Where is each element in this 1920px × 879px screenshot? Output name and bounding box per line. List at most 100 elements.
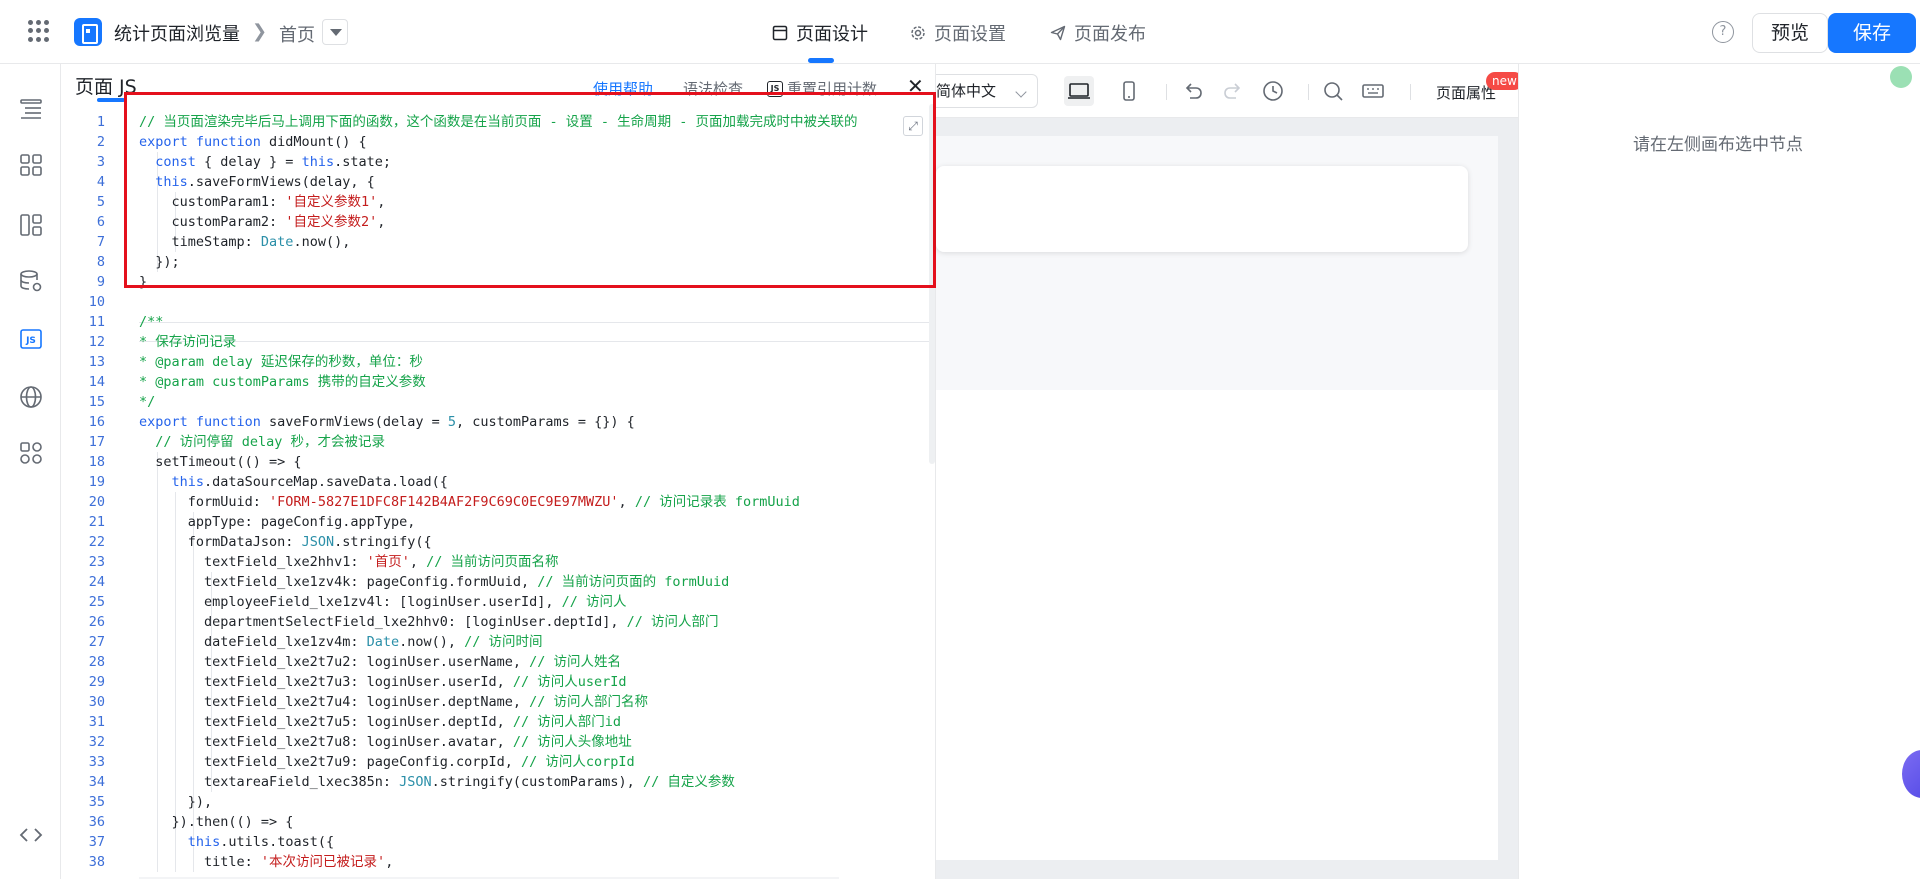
code-token: { delay } = bbox=[195, 154, 302, 170]
outline-icon[interactable] bbox=[18, 96, 44, 122]
tab-page-design[interactable]: 页面设计 bbox=[772, 20, 868, 46]
js-icon[interactable]: JS bbox=[18, 326, 44, 352]
reset-ref-count-button[interactable]: JS 重置引用计数 bbox=[767, 78, 877, 99]
code-line[interactable]: 9} bbox=[61, 272, 935, 292]
app-title[interactable]: 统计页面浏览量 bbox=[114, 20, 240, 46]
top-bar: 统计页面浏览量 ❯ 首页 页面设计 页面设置 页面发布 ? 预览 保存 bbox=[0, 0, 1920, 64]
page-switch-dropdown[interactable] bbox=[322, 19, 348, 45]
tab-page-publish[interactable]: 页面发布 bbox=[1050, 20, 1146, 46]
code-line[interactable]: 17 // 访问停留 delay 秒，才会被记录 bbox=[61, 432, 935, 452]
empty-selection-hint: 请在左侧画布选中节点 bbox=[1633, 135, 1803, 155]
code-text: this.dataSourceMap.saveData.load({ bbox=[139, 472, 448, 492]
undo-icon[interactable] bbox=[1178, 76, 1208, 106]
code-line[interactable]: 27 dateField_lxe1zv4m: Date.now(), // 访问… bbox=[61, 632, 935, 652]
components-icon[interactable] bbox=[18, 152, 44, 178]
code-line[interactable]: 32 textField_lxe2t7u8: loginUser.avatar,… bbox=[61, 732, 935, 752]
code-token: * @param delay 延迟保存的秒数，单位：秒 bbox=[139, 354, 423, 370]
code-line[interactable]: 16 export function saveFormViews(delay = … bbox=[61, 412, 935, 432]
code-line[interactable]: 21 appType: pageConfig.appType, bbox=[61, 512, 935, 532]
canvas-card-component[interactable] bbox=[936, 166, 1468, 252]
code-line[interactable]: 6 customParam2: '自定义参数2', bbox=[61, 212, 935, 232]
desktop-view-button[interactable] bbox=[1064, 76, 1094, 106]
editor-scrollbar[interactable] bbox=[929, 104, 935, 464]
code-line[interactable]: 28 textField_lxe2t7u2: loginUser.userNam… bbox=[61, 652, 935, 672]
code-line[interactable]: 24 textField_lxe1zv4k: pageConfig.formUu… bbox=[61, 572, 935, 592]
close-icon[interactable]: ✕ bbox=[907, 74, 924, 98]
code-text: textField_lxe2t7u4: loginUser.deptName, … bbox=[139, 692, 648, 712]
js-icon-label: JS bbox=[25, 336, 36, 346]
plugins-icon[interactable] bbox=[18, 440, 44, 466]
code-line[interactable]: 19 this.dataSourceMap.saveData.load({ bbox=[61, 472, 935, 492]
datasource-icon[interactable] bbox=[18, 268, 44, 294]
save-button[interactable]: 保存 bbox=[1828, 13, 1916, 53]
code-token: textareaField_lxec385n: bbox=[139, 774, 400, 790]
line-number: 2 bbox=[96, 134, 105, 150]
code-line[interactable]: 25 employeeField_lxe1zv4l: [loginUser.us… bbox=[61, 592, 935, 612]
keyboard-icon[interactable] bbox=[1358, 76, 1388, 106]
code-line[interactable]: 1 // 当页面渲染完毕后马上调用下面的函数，这个函数是在当前页面 - 设置 - … bbox=[61, 112, 935, 132]
code-line[interactable]: 37 this.utils.toast({ bbox=[61, 832, 935, 852]
code-token: textField_lxe2t7u5: loginUser.deptId, bbox=[139, 714, 513, 730]
code-line[interactable]: 31 textField_lxe2t7u5: loginUser.deptId,… bbox=[61, 712, 935, 732]
code-line[interactable]: 13 * @param delay 延迟保存的秒数，单位：秒 bbox=[61, 352, 935, 372]
code-token: employeeField_lxe1zv4l: [loginUser.userI… bbox=[139, 594, 562, 610]
expand-icon[interactable]: ⤢ bbox=[903, 116, 923, 136]
line-number: 7 bbox=[96, 234, 105, 250]
tab-page-settings[interactable]: 页面设置 bbox=[910, 20, 1006, 46]
code-line[interactable]: 34 textareaField_lxec385n: JSON.stringif… bbox=[61, 772, 935, 792]
line-number: 30 bbox=[88, 694, 105, 710]
mobile-view-button[interactable] bbox=[1114, 76, 1144, 106]
help-icon[interactable]: ? bbox=[1712, 21, 1734, 43]
globe-icon[interactable] bbox=[18, 384, 44, 410]
code-line[interactable]: 4 this.saveFormViews(delay, { bbox=[61, 172, 935, 192]
code-editor[interactable]: 1 // 当页面渲染完毕后马上调用下面的函数，这个函数是在当前页面 - 设置 - … bbox=[61, 102, 935, 879]
line-number: 6 bbox=[96, 214, 105, 230]
redo-icon[interactable] bbox=[1218, 76, 1248, 106]
code-line[interactable]: 5 customParam1: '自定义参数1', bbox=[61, 192, 935, 212]
layout-icon[interactable] bbox=[18, 212, 44, 238]
code-line[interactable]: 14 * @param customParams 携带的自定义参数 bbox=[61, 372, 935, 392]
code-line[interactable]: 8 }); bbox=[61, 252, 935, 272]
code-icon[interactable] bbox=[18, 822, 44, 848]
code-line[interactable]: 26 departmentSelectField_lxe2hhv0: [logi… bbox=[61, 612, 935, 632]
code-line[interactable]: 18 setTimeout(() => { bbox=[61, 452, 935, 472]
code-line[interactable]: 35 }), bbox=[61, 792, 935, 812]
code-line[interactable]: 23 textField_lxe2hhv1: '首页', // 当前访问页面名称 bbox=[61, 552, 935, 572]
language-select[interactable]: 简体中文 bbox=[936, 74, 1038, 108]
line-number: 21 bbox=[88, 514, 105, 530]
code-line[interactable]: 22 formDataJson: JSON.stringify({ bbox=[61, 532, 935, 552]
code-text: employeeField_lxe1zv4l: [loginUser.userI… bbox=[139, 592, 627, 612]
app-grid-icon[interactable] bbox=[28, 20, 50, 42]
code-line[interactable]: 36 }).then(() => { bbox=[61, 812, 935, 832]
code-text: */ bbox=[139, 392, 155, 412]
code-line[interactable]: 7 timeStamp: Date.now(), bbox=[61, 232, 935, 252]
history-clock-icon[interactable] bbox=[1258, 76, 1288, 106]
code-text: this.utils.toast({ bbox=[139, 832, 334, 852]
help-link[interactable]: 使用帮助 bbox=[593, 78, 653, 99]
code-token: // 访问记录表 formUuid bbox=[634, 494, 800, 510]
code-line[interactable]: 30 textField_lxe2t7u4: loginUser.deptNam… bbox=[61, 692, 935, 712]
code-text: departmentSelectField_lxe2hhv0: [loginUs… bbox=[139, 612, 719, 632]
code-line[interactable]: 29 textField_lxe2t7u3: loginUser.userId,… bbox=[61, 672, 935, 692]
preview-button[interactable]: 预览 bbox=[1752, 13, 1828, 53]
code-line[interactable]: 12 * 保存访问记录 bbox=[61, 332, 935, 352]
code-line[interactable]: 15 */ bbox=[61, 392, 935, 412]
code-line[interactable]: 20 formUuid: 'FORM-5827E1DFC8F142B4AF2F9… bbox=[61, 492, 935, 512]
layout-window-icon bbox=[772, 25, 788, 41]
code-text: formDataJson: JSON.stringify({ bbox=[139, 532, 432, 552]
code-line[interactable]: 3 const { delay } = this.state; bbox=[61, 152, 935, 172]
code-token: , bbox=[409, 554, 427, 570]
search-icon[interactable] bbox=[1318, 76, 1348, 106]
code-line[interactable]: 11 /** bbox=[61, 312, 935, 332]
code-token: this bbox=[301, 154, 335, 170]
code-token: formUuid: bbox=[139, 494, 270, 510]
code-line[interactable]: 38 title: '本次访问已被记录', bbox=[61, 852, 935, 872]
code-line[interactable]: 33 textField_lxe2t7u9: pageConfig.corpId… bbox=[61, 752, 935, 772]
breadcrumb-current-page[interactable]: 首页 bbox=[279, 21, 315, 47]
code-line[interactable]: 2 export function didMount() { bbox=[61, 132, 935, 152]
status-dot bbox=[1890, 66, 1912, 88]
code-line[interactable]: 10 bbox=[61, 292, 935, 312]
syntax-check-button[interactable]: 语法检查 bbox=[683, 78, 743, 99]
